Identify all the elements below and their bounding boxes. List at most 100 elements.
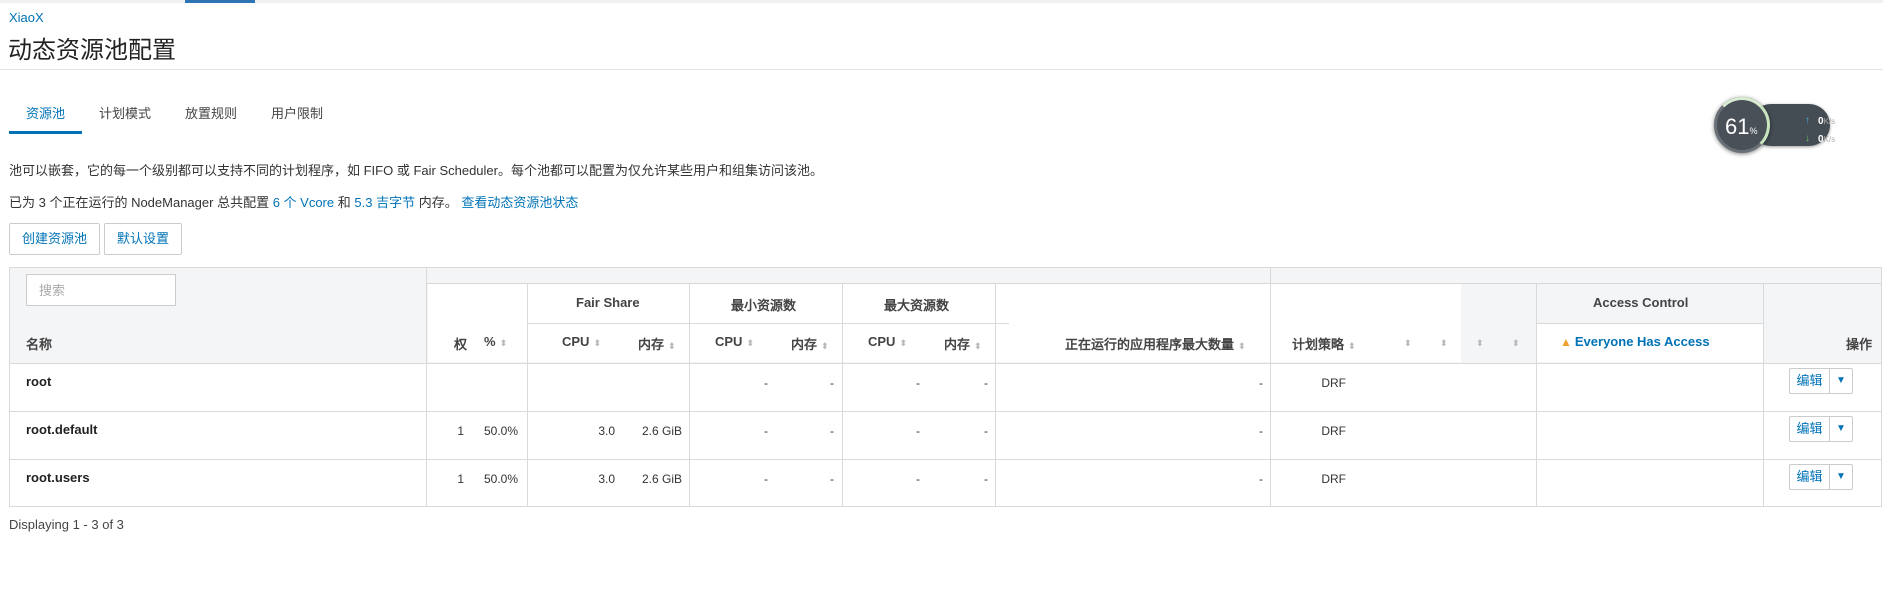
page-title: 动态资源池配置 [8, 37, 176, 64]
action-buttons: 创建资源池 默认设置 [9, 223, 183, 255]
cluster-breadcrumb-link[interactable]: XiaoX [9, 10, 44, 25]
sort-icon[interactable]: ⬍ [1348, 341, 1356, 351]
cell-max-cpu: - [916, 472, 920, 486]
cell-max-apps: - [1259, 376, 1263, 390]
sort-icon[interactable]: ⬍ [1404, 338, 1412, 348]
tab-resource-pools[interactable]: 资源池 [9, 100, 83, 134]
header-extra-sort-1[interactable]: ⬍ [1400, 334, 1412, 349]
cell-fs-cpu: 3.0 [598, 472, 615, 486]
header-name[interactable]: 名称 [26, 334, 52, 353]
caret-down-icon[interactable]: ▼ [1830, 369, 1852, 393]
header-max-running-apps[interactable]: 正在运行的应用程序最大数量 ⬍ [1065, 334, 1246, 353]
pool-status-link[interactable]: 查看动态资源池状态 [461, 195, 578, 210]
edit-button[interactable]: 编辑 [1790, 417, 1830, 441]
cell-min-mem: - [830, 376, 834, 390]
cell-min-mem: - [830, 472, 834, 486]
summary-suffix: 内存。 [418, 195, 458, 210]
cell-policy: DRF [1321, 376, 1346, 390]
widget-gauge: 61% [1714, 97, 1770, 153]
sort-icon[interactable]: ⬍ [1512, 338, 1520, 348]
sort-icon[interactable]: ⬍ [1238, 341, 1246, 351]
cell-min-mem: - [830, 424, 834, 438]
header-max-cpu[interactable]: CPU ⬍ [868, 334, 907, 349]
header-everyone-access[interactable]: ▲ Everyone Has Access [1560, 334, 1710, 349]
memory-link[interactable]: 5.3 吉字节 [354, 195, 415, 210]
resource-pool-table: Fair Share 最小资源数 最大资源数 Access Control 名称… [9, 267, 1882, 507]
cell-weight: 1 [457, 472, 464, 486]
sort-icon[interactable]: ⬍ [500, 338, 508, 348]
cell-max-cpu: - [916, 376, 920, 390]
cell-min-cpu: - [764, 424, 768, 438]
table-row-name[interactable]: root.default [26, 422, 98, 437]
cell-max-apps: - [1259, 472, 1263, 486]
summary-prefix: 已为 3 个正在运行的 NodeManager 总共配置 [9, 195, 270, 210]
sort-icon[interactable]: ⬍ [593, 338, 601, 348]
header-extra-sort-3[interactable]: ⬍ [1472, 334, 1484, 349]
table-row-name[interactable]: root.users [26, 470, 90, 485]
pagination-info: Displaying 1 - 3 of 3 [9, 517, 124, 532]
cell-percent: 50.0% [483, 472, 518, 486]
cell-max-apps: - [1259, 424, 1263, 438]
edit-split-button: 编辑 ▼ [1789, 464, 1853, 490]
header-access-control: Access Control [1593, 295, 1689, 310]
header-max-memory[interactable]: 内存 ⬍ [944, 334, 982, 353]
edit-split-button: 编辑 ▼ [1789, 368, 1853, 394]
header-actions: 操作 [1846, 337, 1873, 352]
sort-icon[interactable]: ⬍ [746, 338, 754, 348]
default-settings-button[interactable]: 默认设置 [104, 223, 183, 255]
table-row-name[interactable]: root [26, 374, 51, 389]
header-extra-sort-4[interactable]: ⬍ [1508, 334, 1520, 349]
upload-arrow-icon: ↑ [1805, 115, 1810, 126]
tab-schedule-mode[interactable]: 计划模式 [82, 100, 168, 134]
header-fair-share-memory[interactable]: 内存 ⬍ [638, 334, 676, 353]
download-arrow-icon: ↓ [1805, 133, 1810, 144]
cell-max-mem: - [984, 376, 988, 390]
header-schedule-policy[interactable]: 计划策略 ⬍ [1292, 334, 1356, 353]
search-input[interactable] [26, 274, 176, 306]
vcore-link[interactable]: 6 个 Vcore [273, 195, 334, 210]
edit-button[interactable]: 编辑 [1790, 369, 1830, 393]
page-header [0, 0, 1883, 70]
header-weight[interactable]: 权 [454, 334, 467, 353]
create-pool-button[interactable]: 创建资源池 [9, 223, 101, 255]
header-extra-sort-2[interactable]: ⬍ [1436, 334, 1448, 349]
header-fair-share: Fair Share [576, 295, 640, 310]
tab-placement-rules[interactable]: 放置规则 [168, 100, 254, 134]
sort-icon[interactable]: ⬍ [668, 341, 676, 351]
cell-fs-cpu: 3.0 [598, 424, 615, 438]
network-speed-widget[interactable]: ↑ ↓ 0K/s 0K/s 61% [1714, 97, 1836, 157]
header-min-resources: 最小资源数 [731, 298, 797, 313]
gauge-percent: 61% [1725, 114, 1758, 139]
cell-weight: 1 [457, 424, 464, 438]
cell-fs-mem: 2.6 GiB [641, 472, 682, 486]
header-min-cpu[interactable]: CPU ⬍ [715, 334, 754, 349]
warning-icon: ▲ [1560, 335, 1572, 349]
caret-down-icon[interactable]: ▼ [1830, 465, 1852, 489]
edit-split-button: 编辑 ▼ [1789, 416, 1853, 442]
summary-and: 和 [337, 195, 351, 210]
sort-icon[interactable]: ⬍ [821, 341, 829, 351]
header-fair-share-cpu[interactable]: CPU ⬍ [562, 334, 601, 349]
upload-rate: 0K/s [1818, 116, 1836, 127]
header-min-memory[interactable]: 内存 ⬍ [791, 334, 829, 353]
cell-fs-mem: 2.6 GiB [641, 424, 682, 438]
cell-min-cpu: - [764, 472, 768, 486]
sort-icon[interactable]: ⬍ [974, 341, 982, 351]
cell-max-mem: - [984, 472, 988, 486]
sort-icon[interactable]: ⬍ [1440, 338, 1448, 348]
cell-max-cpu: - [916, 424, 920, 438]
caret-down-icon[interactable]: ▼ [1830, 417, 1852, 441]
edit-button[interactable]: 编辑 [1790, 465, 1830, 489]
cell-policy: DRF [1321, 424, 1346, 438]
cell-max-mem: - [984, 424, 988, 438]
tab-bar: 资源池 计划模式 放置规则 用户限制 [9, 100, 340, 134]
header-percent[interactable]: % ⬍ [484, 334, 507, 349]
pool-description: 池可以嵌套，它的每一个级别都可以支持不同的计划程序，如 FIFO 或 Fair … [9, 163, 823, 178]
sort-icon[interactable]: ⬍ [1476, 338, 1484, 348]
header-max-resources: 最大资源数 [884, 298, 950, 313]
cluster-summary: 已为 3 个正在运行的 NodeManager 总共配置 6 个 Vcore 和… [9, 192, 578, 211]
tab-user-limits[interactable]: 用户限制 [254, 100, 340, 134]
cell-percent: 50.0% [483, 424, 518, 438]
sort-icon[interactable]: ⬍ [899, 338, 907, 348]
download-rate: 0K/s [1818, 134, 1836, 145]
